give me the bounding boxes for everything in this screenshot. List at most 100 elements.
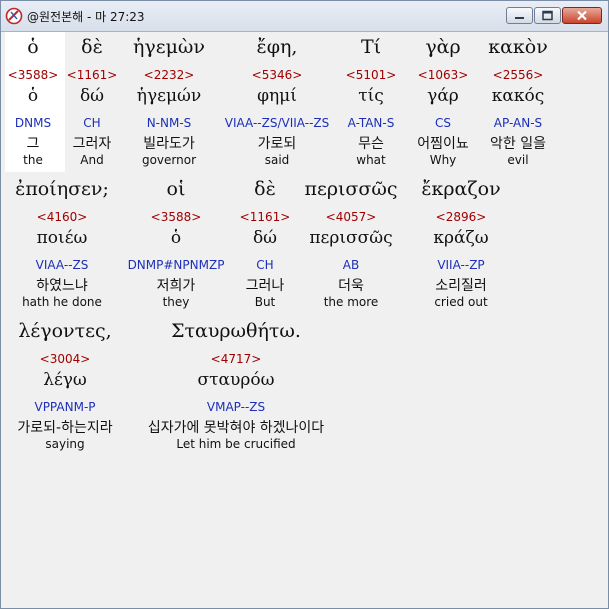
lemma: ὁ xyxy=(170,228,182,248)
strong-number: <1161> xyxy=(239,210,291,224)
greek-word: γὰρ xyxy=(425,36,461,58)
morphology-code: CH xyxy=(256,258,274,272)
strong-number: <2896> xyxy=(435,210,487,224)
strong-number: <2232> xyxy=(143,68,195,82)
morphology-code: VIIA--ZP xyxy=(437,258,485,272)
morphology-code: AP-AN-S xyxy=(493,116,543,130)
english-gloss: they xyxy=(162,295,190,309)
strong-number: <4160> xyxy=(36,210,88,224)
english-gloss: cried out xyxy=(434,295,488,309)
korean-gloss: 그러자 xyxy=(72,136,112,152)
lemma: ποιέω xyxy=(36,228,88,248)
word-column[interactable]: περισσῶς <4057> περισσῶς AB 더욱 the more xyxy=(299,178,403,318)
maximize-icon xyxy=(542,10,553,21)
window-title: @원전본해 - 마 27:23 xyxy=(27,10,145,24)
korean-gloss: 무슨 xyxy=(358,136,384,152)
greek-word: δὲ xyxy=(254,178,276,200)
morphology-code: DNMP#NPNMZP xyxy=(127,258,225,272)
strong-number: <5101> xyxy=(345,68,397,82)
english-gloss: Let him be crucified xyxy=(176,437,296,451)
lemma: κράζω xyxy=(433,228,489,248)
minimize-button[interactable] xyxy=(506,7,533,24)
word-column[interactable]: οἱ <3588> ὁ DNMP#NPNMZP 저희가 they xyxy=(125,178,227,318)
lemma: δώ xyxy=(252,228,278,248)
greek-word: ἔφη, xyxy=(256,36,298,58)
greek-word: ἡγεμὼν xyxy=(133,36,205,58)
strong-number: <4717> xyxy=(210,352,262,366)
strong-number: <4057> xyxy=(325,210,377,224)
word-column[interactable]: Σταυρωθήτω. <4717> σταυρόω VMAP--ZS 십자가에… xyxy=(133,320,339,460)
korean-gloss: 악한 일을 xyxy=(490,136,546,152)
english-gloss: governor xyxy=(141,153,197,167)
morphology-code: DNMS xyxy=(14,116,52,130)
korean-gloss: 빌라도가 xyxy=(143,136,195,152)
greek-word: δὲ xyxy=(81,36,103,58)
morphology-code: CS xyxy=(435,116,451,130)
morphology-code: VPPANM-P xyxy=(34,400,96,414)
korean-gloss: 저희가 xyxy=(156,278,196,294)
morphology-code: VIAA--ZS xyxy=(35,258,89,272)
english-gloss: the xyxy=(23,153,43,167)
app-window: @원전본해 - 마 27:23 ὁ <3588> ὁ DNMS 그 the δὲ… xyxy=(0,0,609,609)
morphology-code: CH xyxy=(83,116,101,130)
word-column[interactable]: λέγοντες, <3004> λέγω VPPANM-P 가로되-하는지라 … xyxy=(5,320,125,460)
lemma: σταυρόω xyxy=(197,370,275,390)
word-column[interactable]: Τί <5101> τίς A-TAN-S 무슨 what xyxy=(339,36,403,176)
word-column[interactable]: δὲ <1161> δώ CH 그러자 And xyxy=(62,36,122,176)
english-gloss: saying xyxy=(45,437,85,451)
word-column[interactable]: γὰρ <1063> γάρ CS 어찜이뇨 Why xyxy=(409,36,477,176)
close-button[interactable] xyxy=(562,7,602,24)
greek-word: Τί xyxy=(360,36,382,58)
strong-number: <2556> xyxy=(492,68,544,82)
morphology-code: VMAP--ZS xyxy=(206,400,266,414)
minimize-icon xyxy=(515,17,524,19)
morphology-code: AB xyxy=(342,258,360,272)
greek-word: κακὸν xyxy=(488,36,548,58)
lemma: τίς xyxy=(358,86,384,106)
english-gloss: evil xyxy=(507,153,529,167)
english-gloss: But xyxy=(254,295,276,309)
greek-word: περισσῶς xyxy=(304,178,398,200)
lemma: γάρ xyxy=(427,86,459,106)
word-column[interactable]: ἔφη, <5346> φημί VIAA--ZS/VIIA--ZS 가로되 s… xyxy=(221,36,333,176)
strong-number: <3588> xyxy=(150,210,202,224)
korean-gloss: 하였느냐 xyxy=(36,278,88,294)
greek-word: λέγοντες, xyxy=(18,320,112,342)
korean-gloss: 가로되 xyxy=(257,136,297,152)
lemma: περισσῶς xyxy=(309,228,393,248)
lemma: λέγω xyxy=(43,370,87,390)
lemma: δώ xyxy=(79,86,105,106)
word-column[interactable]: κακὸν <2556> κακός AP-AN-S 악한 일을 evil xyxy=(481,36,555,176)
korean-gloss: 가로되-하는지라 xyxy=(17,420,113,436)
korean-gloss: 십자가에 못박혀야 하겠나이다 xyxy=(147,420,325,436)
title-bar[interactable]: @원전본해 - 마 27:23 xyxy=(1,1,608,32)
greek-word: ἔκραζον xyxy=(421,178,501,200)
morphology-code: N-NM-S xyxy=(146,116,192,130)
greek-word: Σταυρωθήτω. xyxy=(171,320,301,342)
english-gloss: said xyxy=(264,153,290,167)
english-gloss: Why xyxy=(429,153,457,167)
greek-word: οἱ xyxy=(166,178,186,200)
strong-number: <5346> xyxy=(251,68,303,82)
word-column[interactable]: ἐποίησεν; <4160> ποιέω VIAA--ZS 하였느냐 hat… xyxy=(7,178,117,318)
strong-number: <3004> xyxy=(39,352,91,366)
english-gloss: what xyxy=(356,153,386,167)
close-icon xyxy=(577,10,587,21)
strong-number: <3588> xyxy=(7,68,59,82)
strong-number: <1161> xyxy=(66,68,118,82)
word-column[interactable]: ἡγεμὼν <2232> ἡγεμών N-NM-S 빌라도가 governo… xyxy=(123,36,215,176)
lemma: ἡγεμών xyxy=(136,86,202,106)
korean-gloss: 그 xyxy=(26,136,40,152)
maximize-button[interactable] xyxy=(534,7,561,24)
word-column[interactable]: ἔκραζον <2896> κράζω VIIA--ZP 소리질러 cried… xyxy=(411,178,511,318)
lemma: ὁ xyxy=(27,86,39,106)
english-gloss: And xyxy=(80,153,104,167)
morphology-code: A-TAN-S xyxy=(347,116,395,130)
interlinear-text-area[interactable]: ὁ <3588> ὁ DNMS 그 the δὲ <1161> δώ CH 그러… xyxy=(5,32,605,602)
strong-number: <1063> xyxy=(417,68,469,82)
word-column[interactable]: δὲ <1161> δώ CH 그러나 But xyxy=(235,178,295,318)
lemma: φημί xyxy=(257,86,297,106)
korean-gloss: 소리질러 xyxy=(435,278,487,294)
korean-gloss: 더욱 xyxy=(338,278,364,294)
word-column[interactable]: ὁ <3588> ὁ DNMS 그 the xyxy=(5,36,61,176)
